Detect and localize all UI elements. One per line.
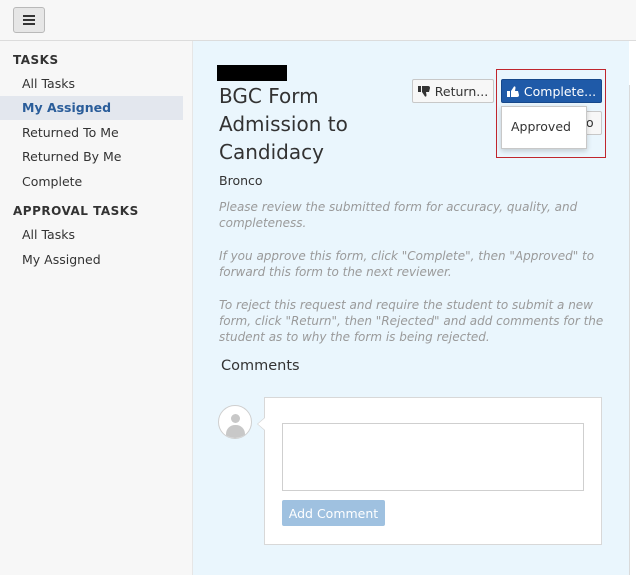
comment-input[interactable] — [282, 423, 584, 491]
complete-dropdown-menu: Approved — [501, 106, 587, 149]
complete-label: Complete... — [523, 83, 597, 99]
comment-pointer-inner — [258, 418, 265, 430]
approval-tasks-heading: APPROVAL TASKS — [13, 204, 139, 218]
hamburger-icon — [23, 15, 35, 25]
thumbs-down-icon — [417, 85, 430, 97]
thumbs-up-icon — [506, 85, 519, 97]
partially-hidden-button-label: o — [586, 115, 594, 130]
dropdown-item-label: Approved — [511, 119, 571, 134]
add-comment-button[interactable]: Add Comment — [282, 500, 385, 526]
redacted-block — [217, 65, 287, 81]
add-comment-label: Add Comment — [288, 505, 379, 521]
sidebar-item-label: My Assigned — [22, 252, 101, 267]
page-title: BGC Form Admission to Candidacy — [219, 84, 348, 164]
return-label: Return... — [434, 83, 489, 99]
sidebar-item-returned-by-me[interactable]: Returned By Me — [0, 145, 183, 169]
sidebar-item-label: My Assigned — [22, 100, 112, 115]
return-button[interactable]: Return... — [412, 79, 494, 103]
menu-toggle-button[interactable] — [13, 7, 45, 33]
sidebar-item-label: Returned By Me — [22, 149, 122, 164]
sidebar-item-my-assigned[interactable]: My Assigned — [0, 96, 183, 120]
sidebar-item-all-tasks[interactable]: All Tasks — [0, 72, 183, 96]
tasks-heading: TASKS — [13, 53, 59, 67]
sidebar-item-label: All Tasks — [22, 76, 75, 91]
sidebar: TASKS All Tasks My Assigned Returned To … — [0, 41, 193, 575]
sidebar-item-label: All Tasks — [22, 227, 75, 242]
avatar — [218, 405, 252, 439]
comments-heading: Comments — [221, 358, 300, 374]
sidebar-item-returned-to-me[interactable]: Returned To Me — [0, 121, 183, 145]
instruction-reject: To reject this request and require the s… — [219, 298, 604, 344]
complete-button[interactable]: Complete... — [501, 79, 602, 103]
sidebar-item-approval-all-tasks[interactable]: All Tasks — [0, 223, 183, 247]
side-panel-edge — [629, 85, 636, 575]
dropdown-item-approved[interactable]: Approved — [502, 114, 586, 140]
sidebar-item-complete[interactable]: Complete — [0, 170, 183, 194]
instruction-review: Please review the submitted form for acc… — [219, 200, 578, 230]
instruction-approve: If you approve this form, click "Complet… — [219, 249, 595, 279]
sidebar-item-label: Complete — [22, 174, 83, 189]
top-bar — [0, 0, 636, 41]
subject-name: Bronco — [219, 173, 263, 188]
sidebar-item-label: Returned To Me — [22, 125, 119, 140]
sidebar-item-approval-my-assigned[interactable]: My Assigned — [0, 248, 183, 272]
